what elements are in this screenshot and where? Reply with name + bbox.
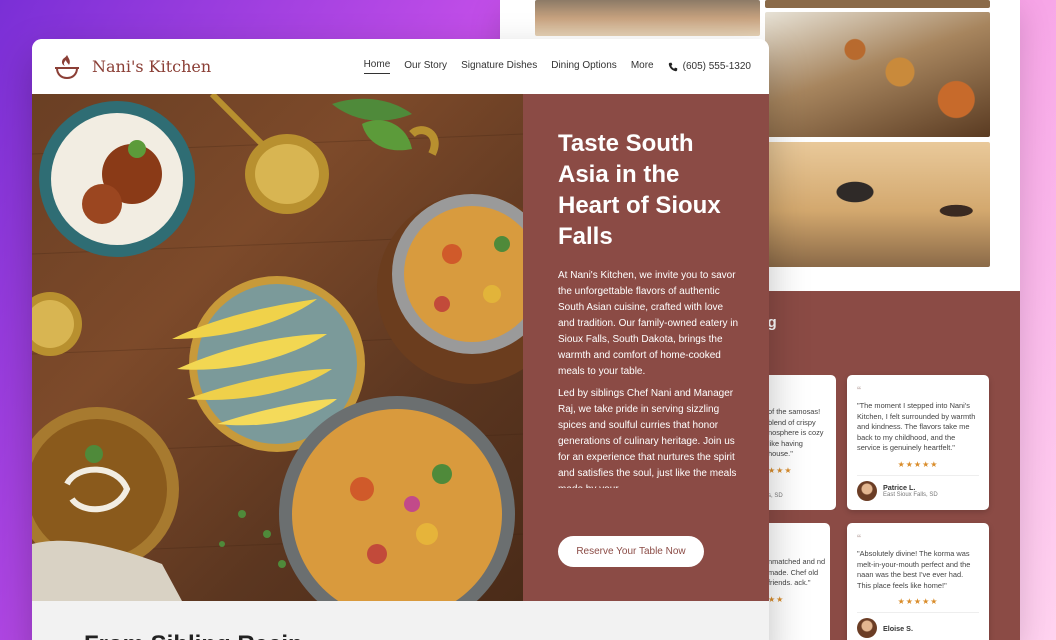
nav-dining-options[interactable]: Dining Options [551,60,617,74]
phone-icon [668,62,677,71]
testimonial-text: nmatched and nd made. Chef old friends. … [768,557,826,587]
next-section: From Sibling Recip [32,601,769,640]
reviewer-location: East Sioux Falls, SD [883,492,938,498]
quote-icon: “ [857,384,861,398]
reviewer-name: Patrice L. [883,483,916,492]
testimonial-text: of the samosas! blend of crispy nosphere… [768,407,824,458]
nav-more[interactable]: More [631,60,654,74]
phone-number: (605) 555-1320 [682,61,751,72]
hero-paragraph-2: Led by siblings Chef Nani and Manager Ra… [558,388,737,488]
hero-description: At Nani's Kitchen, we invite you to savo… [558,252,741,488]
rating-stars: ★★★★★ [897,459,939,469]
card-divider [857,612,979,613]
card-divider [857,474,979,476]
testimonial-text: "Absolutely divine! The korma was melt-i… [857,549,971,590]
testimonial-card: “ "The moment I stepped into Nani's Kitc… [847,375,989,510]
testimonial-card: “ "Absolutely divine! The korma was melt… [847,523,989,640]
gallery-photo-2 [765,0,990,8]
hero-food-image [32,94,523,601]
nav-signature-dishes[interactable]: Signature Dishes [461,60,537,74]
avatar [857,480,877,501]
quote-icon: “ [857,532,861,546]
gallery-photo-1 [535,0,760,36]
reviewer-name: Eloise S. [883,623,913,633]
flame-pot-icon[interactable] [52,52,82,82]
nav-home[interactable]: Home [363,59,391,74]
top-navbar: Nani's Kitchen Home Our Story Signature … [32,39,769,94]
website-window: Nani's Kitchen Home Our Story Signature … [32,39,769,640]
avatar [857,618,877,638]
hero-section: Taste South Asia in the Heart of Sioux F… [32,94,769,601]
rating-stars: ★★★ [768,465,793,475]
reviewer: Eloise S. [857,618,979,638]
nav-our-story[interactable]: Our Story [404,60,447,74]
hero-paragraph-1: At Nani's Kitchen, we invite you to savo… [558,270,739,377]
gallery-photo-dining [765,142,990,267]
reviewer: Patrice L. East Sioux Falls, SD [857,480,979,501]
main-menu: Home Our Story Signature Dishes Dining O… [363,59,751,74]
phone-link[interactable]: (605) 555-1320 [668,61,751,72]
reserve-table-button[interactable]: Reserve Your Table Now [558,536,704,567]
brand-name[interactable]: Nani's Kitchen [92,57,211,76]
rating-stars: ★★★★★ [897,597,939,606]
rating-stars: ★★ [768,594,785,604]
hero-text-panel: Taste South Asia in the Heart of Sioux F… [523,94,769,601]
reviewer-location: s, SD [768,492,783,499]
food-illustration [32,94,523,601]
gallery-photo-buffet [765,12,990,137]
section-title: From Sibling Recip [84,631,303,640]
testimonial-text: "The moment I stepped into Nani's Kitche… [857,401,976,452]
hero-title: Taste South Asia in the Heart of Sioux F… [558,130,721,250]
